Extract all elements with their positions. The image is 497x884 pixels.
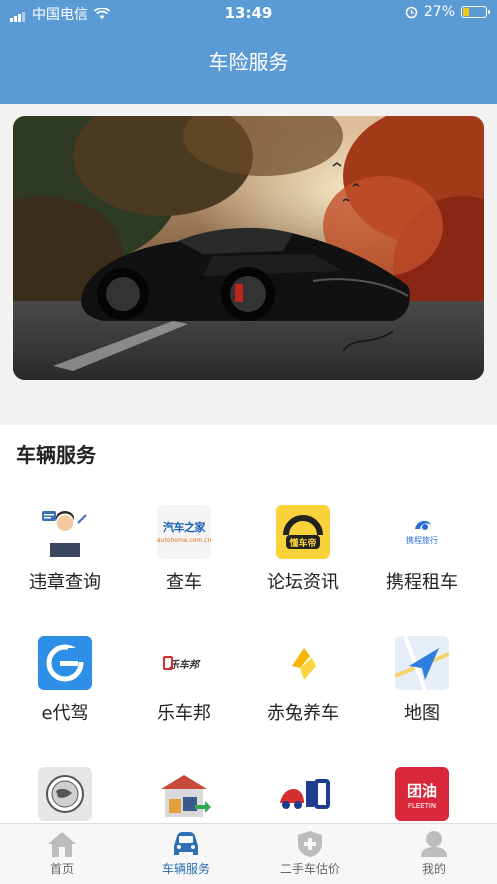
- dongchedi-logo-icon: 懂车帝: [276, 505, 330, 559]
- vehicle-services-section: 车辆服务 违章查询 汽车之家 autohome.com.cn 查车 懂车帝 论坛…: [0, 425, 497, 825]
- home-icon: [47, 830, 77, 858]
- shield-plus-icon: [295, 830, 325, 858]
- lechebang-mark: [163, 656, 173, 670]
- user-icon: [419, 830, 449, 858]
- tab-home[interactable]: 首页: [0, 824, 124, 877]
- tuanyou-logo-subtext: FLEETIN: [407, 802, 437, 810]
- sports-car-photo: [13, 116, 484, 380]
- service-chitu-car-care[interactable]: 赤兔养车: [243, 636, 363, 725]
- service-car-query[interactable]: [243, 767, 363, 830]
- service-map[interactable]: 地图: [362, 636, 482, 725]
- tab-bar: 首页 车辆服务 二手车估价 我的: [0, 823, 497, 884]
- service-lechebang[interactable]: 乐车邦 乐车邦: [124, 636, 244, 725]
- moving-truck-icon: [157, 767, 211, 821]
- service-ctrip-rental[interactable]: 携程旅行 携程租车: [362, 505, 482, 594]
- car-icon: [171, 830, 201, 858]
- section-title: 车辆服务: [16, 443, 96, 467]
- service-forum-news[interactable]: 懂车帝 论坛资讯: [243, 505, 363, 594]
- autohome-logo-icon: 汽车之家 autohome.com.cn: [157, 505, 211, 559]
- service-moving[interactable]: [124, 767, 244, 830]
- service-globe[interactable]: [5, 767, 125, 830]
- service-label: 携程租车: [386, 572, 458, 593]
- tab-label: 首页: [49, 862, 74, 876]
- tuanyou-logo-text: 团油: [406, 782, 437, 800]
- service-label: 地图: [404, 703, 440, 724]
- ctrip-logo-icon: 携程旅行: [395, 505, 449, 559]
- alarm-icon: [405, 6, 418, 18]
- page-title: 车险服务: [208, 50, 289, 74]
- service-label: 论坛资讯: [267, 572, 339, 593]
- car-question-icon: [276, 767, 330, 821]
- tab-used-car-valuation[interactable]: 二手车估价: [248, 824, 372, 877]
- traffic-officer-icon: [38, 505, 92, 559]
- map-navigation-icon: [395, 636, 449, 690]
- lechebang-logo-icon: 乐车邦: [157, 636, 211, 690]
- service-violation-query[interactable]: 违章查询: [5, 505, 125, 594]
- service-tuanyou[interactable]: 团油 FLEETIN: [362, 767, 482, 830]
- tab-label: 车辆服务: [161, 862, 210, 876]
- autohome-logo-subtext: autohome.com.cn: [157, 537, 211, 544]
- dongchedi-logo-text: 懂车帝: [289, 539, 317, 549]
- battery-icon: [461, 6, 490, 18]
- service-label: 违章查询: [29, 572, 101, 593]
- service-label: 赤兔养车: [267, 703, 339, 724]
- tab-label: 二手车估价: [279, 862, 340, 876]
- tab-mine[interactable]: 我的: [372, 824, 496, 877]
- edaijia-logo-icon: [38, 636, 92, 690]
- tab-vehicle-services[interactable]: 车辆服务: [124, 824, 248, 877]
- nav-bar: 车险服务: [0, 26, 497, 104]
- globe-seal-icon: [38, 767, 92, 821]
- tuanyou-logo-icon: 团油 FLEETIN: [395, 767, 449, 821]
- service-check-car[interactable]: 汽车之家 autohome.com.cn 查车: [124, 505, 244, 594]
- service-label: 查车: [166, 572, 202, 593]
- banner-image[interactable]: [13, 116, 484, 380]
- service-label: e代驾: [41, 703, 89, 724]
- chitu-logo-icon: [276, 636, 330, 690]
- autohome-logo-text: 汽车之家: [163, 521, 206, 534]
- service-label: 乐车邦: [157, 703, 211, 724]
- tab-label: 我的: [421, 862, 446, 876]
- service-e-driver[interactable]: e代驾: [5, 636, 125, 725]
- ctrip-logo-text: 携程旅行: [406, 536, 438, 545]
